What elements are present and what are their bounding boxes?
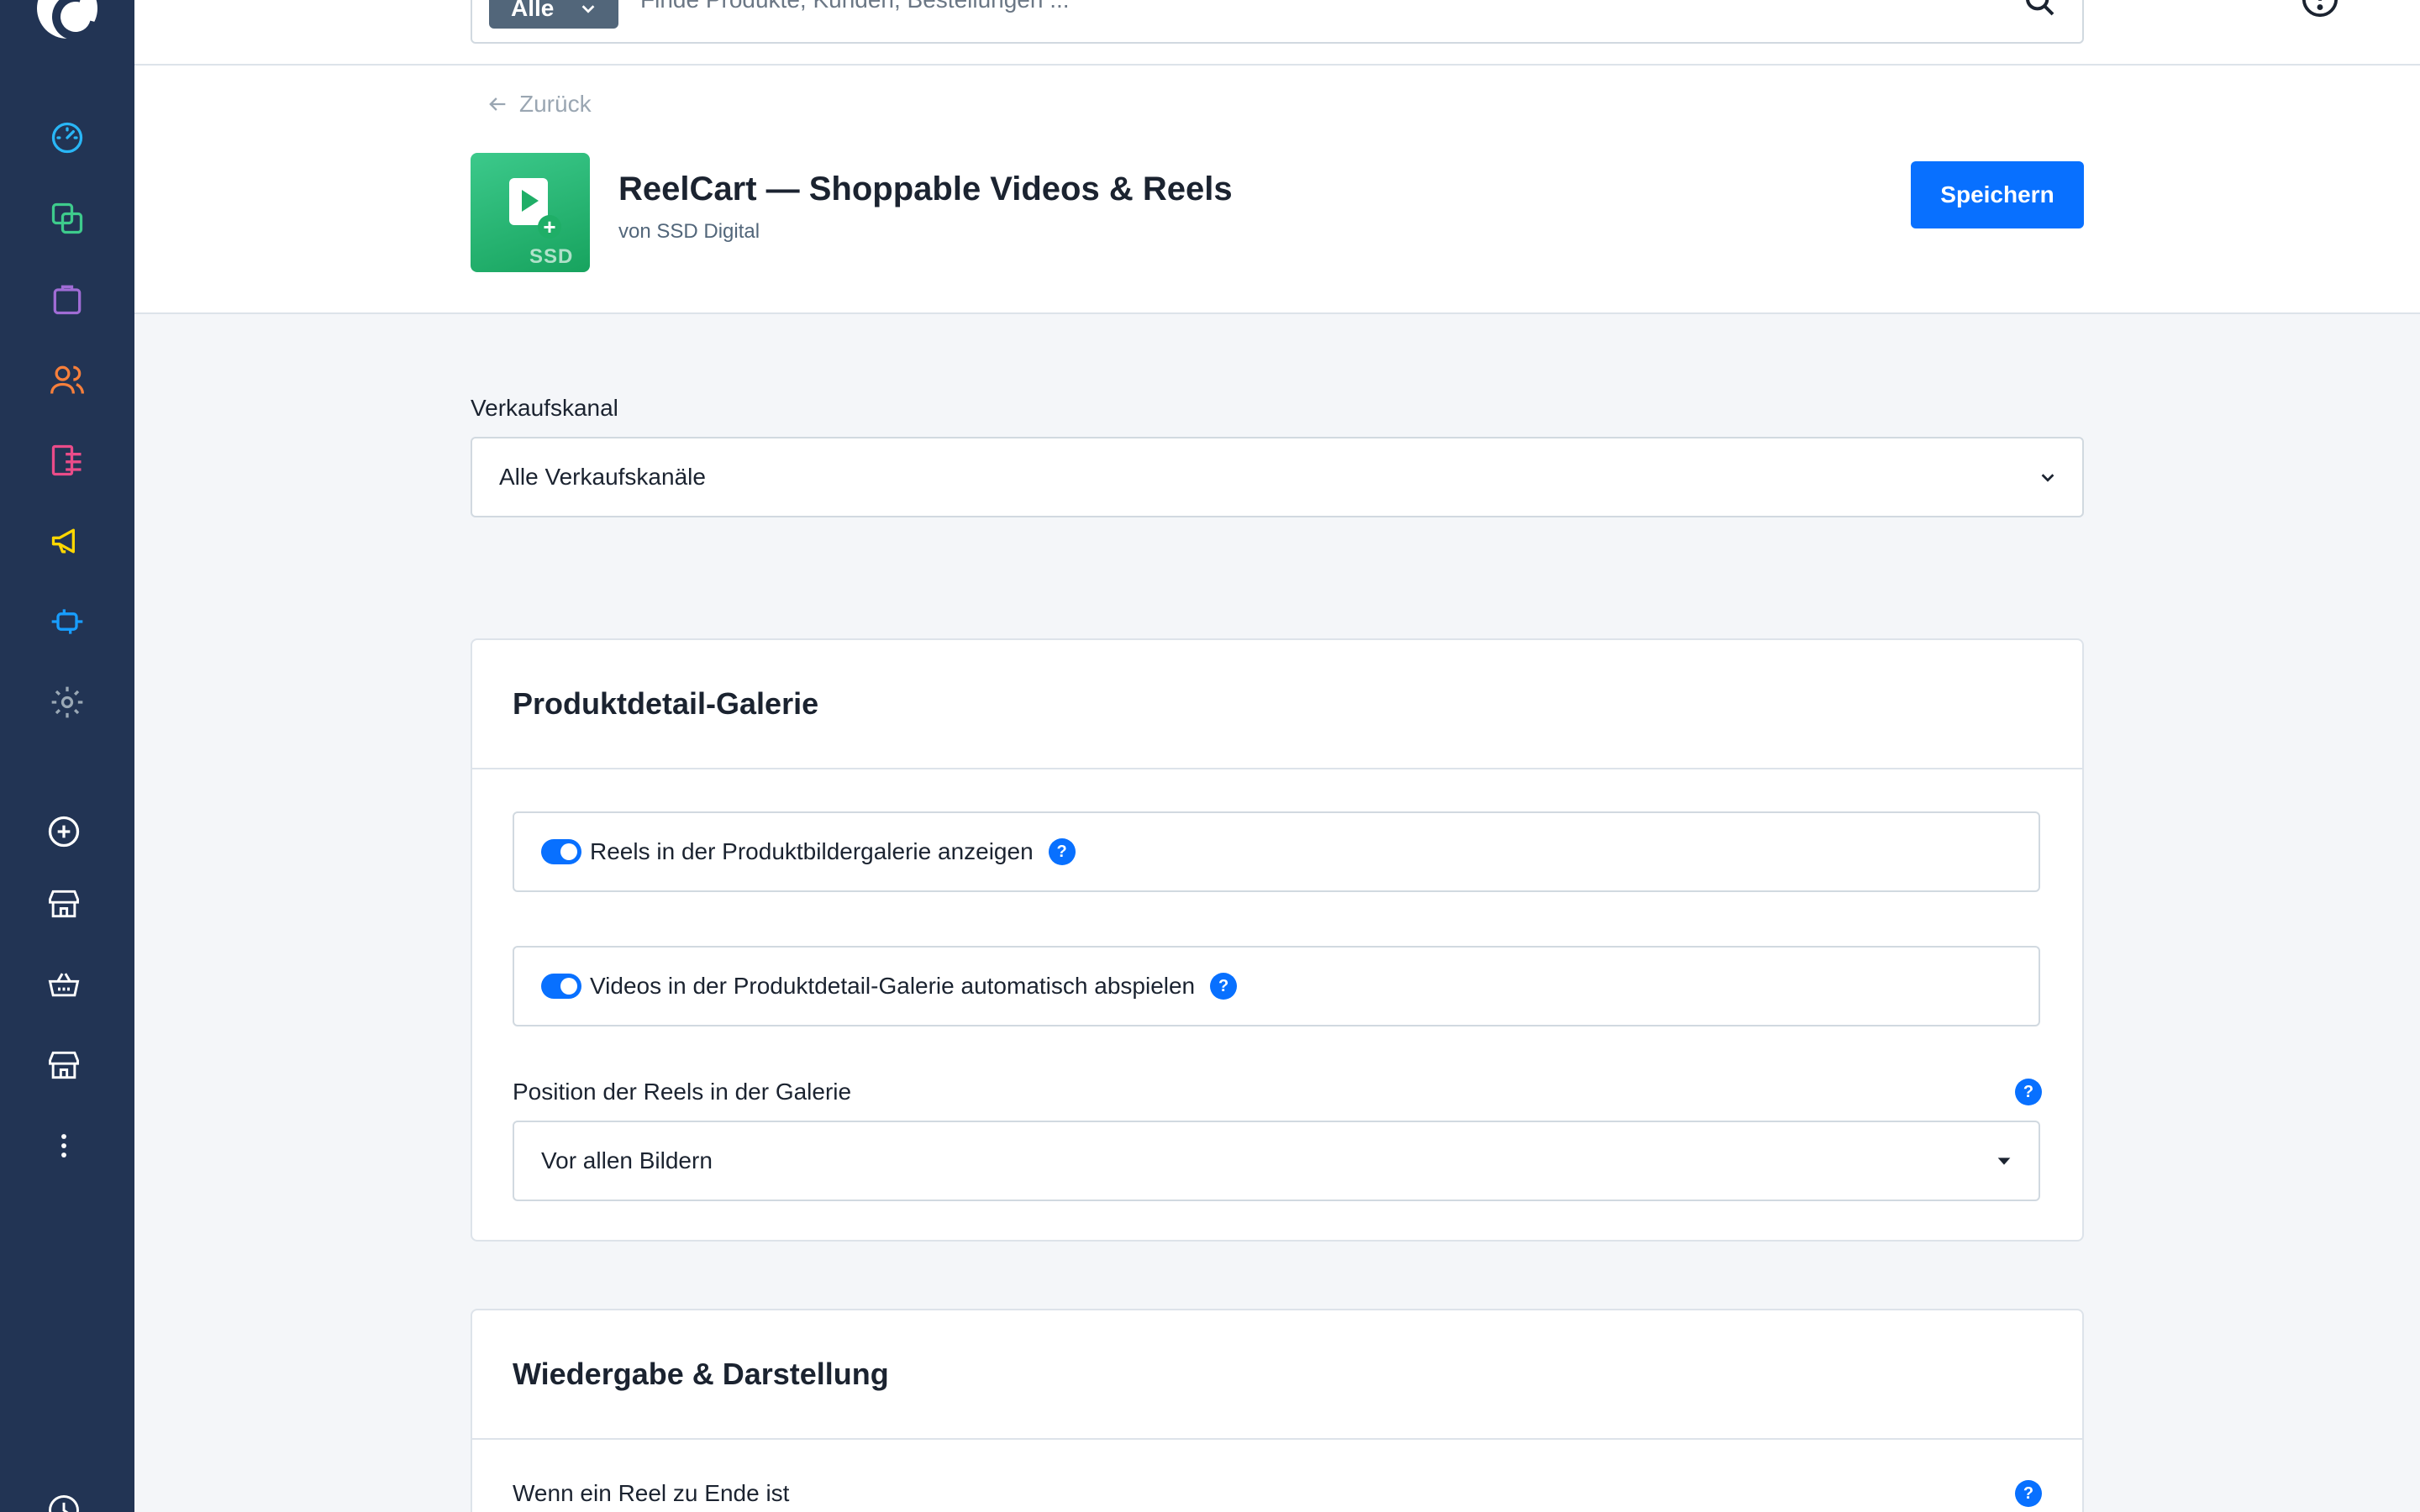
help-icon[interactable]: ? <box>2015 1079 2042 1105</box>
sales-channel-label: Verkaufskanal <box>471 395 618 421</box>
gallery-card: Produktdetail-Galerie Reels in der Produ… <box>471 638 2084 1242</box>
search-scope-select[interactable]: Alle <box>489 0 618 29</box>
back-label: Zurück <box>519 91 592 117</box>
storefront-icon[interactable] <box>45 885 82 922</box>
sidebar <box>0 0 134 1512</box>
catalog-icon[interactable] <box>49 200 86 237</box>
content-icon[interactable] <box>49 442 86 479</box>
more-icon[interactable] <box>45 1127 82 1164</box>
clock-icon[interactable] <box>45 1492 82 1512</box>
position-help: ? <box>2015 1079 2042 1105</box>
gallery-card-title: Produktdetail-Galerie <box>472 640 2082 769</box>
help-icon[interactable]: ? <box>1048 838 1076 865</box>
search-scope-label: Alle <box>511 0 555 21</box>
storefront-icon-2[interactable] <box>45 1047 82 1084</box>
toggle-row-reels-gallery: Reels in der Produktbildergalerie anzeig… <box>513 811 2040 892</box>
end-behavior-help: ? <box>2015 1480 2042 1507</box>
shopware-logo[interactable] <box>37 0 97 39</box>
position-value: Vor allen Bildern <box>541 1147 713 1173</box>
end-behavior-label: Wenn ein Reel zu Ende ist <box>513 1480 790 1506</box>
chevron-down-icon <box>581 5 595 13</box>
search-input[interactable]: Finde Produkte, Kunden, Bestellungen ... <box>640 0 1070 13</box>
autoplay-toggle[interactable] <box>541 974 581 999</box>
app-logo-text: SSD <box>529 245 574 268</box>
sales-channel-value: Alle Verkaufskanäle <box>499 464 706 490</box>
dashboard-icon[interactable] <box>49 119 86 156</box>
basket-icon[interactable] <box>45 966 82 1003</box>
plus-icon: + <box>538 215 561 239</box>
chevron-down-icon <box>2041 474 2054 482</box>
add-sales-channel-icon[interactable] <box>45 813 82 850</box>
marketing-icon[interactable] <box>49 522 86 559</box>
help-icon[interactable]: ? <box>2015 1480 2042 1507</box>
orders-icon[interactable] <box>49 281 86 318</box>
toggle-row-autoplay: Videos in der Produktdetail-Galerie auto… <box>513 946 2040 1026</box>
sales-channel-select[interactable]: Alle Verkaufskanäle <box>471 437 2084 517</box>
global-search[interactable]: Alle Finde Produkte, Kunden, Bestellunge… <box>471 0 2084 44</box>
topbar: Alle Finde Produkte, Kunden, Bestellunge… <box>134 0 2420 66</box>
extensions-icon[interactable] <box>49 603 86 640</box>
reels-gallery-label: Reels in der Produktbildergalerie anzeig… <box>590 838 1034 864</box>
app-logo: + SSD <box>471 153 590 272</box>
help-icon[interactable]: ? <box>1210 973 1238 1000</box>
help-icon[interactable] <box>2301 0 2339 18</box>
search-icon[interactable] <box>2023 0 2057 18</box>
autoplay-label: Videos in der Produktdetail-Galerie auto… <box>590 973 1196 999</box>
save-button[interactable]: Speichern <box>1911 161 2084 228</box>
position-label: Position der Reels in der Galerie <box>513 1079 852 1105</box>
app-vendor: von SSD Digital <box>618 220 760 243</box>
playback-card-title: Wiedergabe & Darstellung <box>472 1310 2082 1440</box>
arrow-left-icon <box>489 97 506 111</box>
customers-icon[interactable] <box>49 361 86 398</box>
position-select[interactable]: Vor allen Bildern <box>513 1121 2040 1201</box>
app-header: Zurück + SSD ReelCart — Shoppable Videos… <box>134 66 2420 314</box>
reels-gallery-toggle[interactable] <box>541 839 581 864</box>
settings-icon[interactable] <box>49 684 86 721</box>
chevron-down-icon <box>1997 1158 2011 1165</box>
playback-card: Wiedergabe & Darstellung Wenn ein Reel z… <box>471 1309 2084 1512</box>
back-link[interactable]: Zurück <box>486 91 592 118</box>
page-title: ReelCart — Shoppable Videos & Reels <box>618 171 1233 207</box>
